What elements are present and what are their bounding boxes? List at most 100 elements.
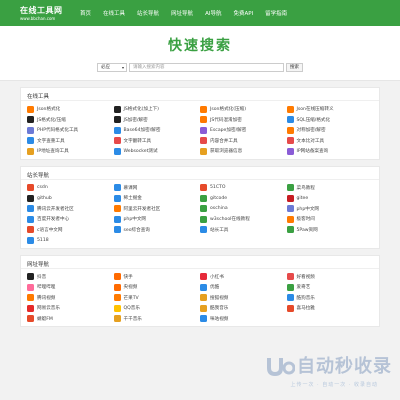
seo-icon [113, 226, 121, 234]
link-label: 慕课网 [123, 185, 138, 191]
link-item[interactable]: 5118 [27, 235, 114, 246]
link-item[interactable]: JS格式化/压缩 [27, 115, 114, 126]
link-item[interactable]: 获取浏览器信息 [200, 146, 287, 157]
link-item[interactable]: 百度开发者中心 [27, 214, 114, 225]
link-label: 文字翻转工具 [123, 138, 152, 144]
link-label: gitcode [210, 195, 228, 201]
link-item[interactable]: oschina [200, 204, 287, 215]
link-item[interactable]: 内容合并工具 [200, 136, 287, 147]
link-item[interactable]: JS加密/解密 [113, 115, 201, 126]
link-item[interactable]: Json在线压缩转义 [286, 104, 374, 115]
link-item[interactable]: 菜鸟教程 [286, 183, 374, 194]
nav-item[interactable]: 网址导航 [165, 9, 199, 17]
link-item[interactable]: Escape加密/解密 [200, 125, 287, 136]
search-hero: 快速搜索 必应 ▾ 请输入搜索内容 搜索 [0, 26, 400, 81]
link-label: Websocket测试 [123, 149, 158, 155]
link-label: w3school在线教程 [210, 217, 250, 223]
nav-item[interactable]: 站长导航 [131, 9, 165, 17]
link-item[interactable]: SQL压缩/格式化 [286, 115, 374, 126]
nav-item[interactable]: 首页 [74, 9, 97, 17]
kuwo-icon [200, 304, 207, 312]
w3-icon [200, 215, 207, 223]
section-panel: 在线工具 Json格式化 JS格式化(加上下) Json格式化(压缩) Json在线压缩… [20, 87, 380, 160]
nav-item[interactable]: 在线工具 [97, 9, 131, 17]
link-item[interactable]: QQ音乐 [113, 303, 201, 314]
link-item[interactable]: 5Paw资网 [286, 225, 374, 236]
link-item[interactable]: 文字翻转工具 [113, 136, 201, 147]
link-label: JS格式化(加上下) [123, 107, 159, 113]
link-item[interactable]: php中文网 [286, 204, 374, 215]
link-item[interactable]: IP地址查询工具 [27, 146, 114, 157]
link-item[interactable]: 央视频 [113, 282, 201, 293]
link-item[interactable]: github [27, 193, 114, 204]
link-item[interactable]: 网易云音乐 [27, 303, 114, 314]
link-item[interactable]: 快手 [113, 272, 201, 283]
logo-title: 在线工具网 [20, 5, 63, 15]
mango-icon [113, 294, 121, 302]
link-item[interactable]: 慕课网 [113, 183, 201, 194]
c-icon [27, 226, 34, 234]
link-item[interactable]: Json格式化 [27, 104, 114, 115]
link-item[interactable]: gitee [286, 193, 374, 204]
link-item[interactable]: w3school在线教程 [200, 214, 287, 225]
link-item[interactable]: 抖音 [27, 272, 114, 283]
socket-icon [113, 147, 121, 155]
nav-item[interactable]: AI导航 [199, 9, 227, 17]
text-icon [27, 137, 34, 145]
link-item[interactable]: php中文网 [113, 214, 201, 225]
link-item[interactable]: JS格式化(加上下) [113, 104, 201, 115]
link-item[interactable]: 蜻蜓FM [27, 314, 114, 325]
link-item[interactable]: seo综合查询 [113, 225, 201, 236]
link-item[interactable]: 爱奇艺 [286, 282, 374, 293]
5118-icon [27, 236, 34, 244]
link-item[interactable]: 腾讯云开发者社区 [27, 204, 114, 215]
link-label: Base64加密/解密 [123, 128, 161, 134]
link-item[interactable]: 哔哩哔哩 [27, 282, 114, 293]
search-input[interactable]: 请输入搜索内容 [129, 62, 284, 72]
link-item[interactable]: 酷我音乐 [200, 303, 287, 314]
section-title: 网址导航 [21, 256, 379, 269]
nav-item[interactable]: 免费API [227, 9, 259, 17]
link-item[interactable]: 文字查重工具 [27, 136, 114, 147]
link-item[interactable]: 对称加密/解密 [286, 125, 374, 136]
engine-select[interactable]: 必应 ▾ [97, 62, 127, 72]
link-item[interactable]: 搜狐视频 [200, 293, 287, 304]
json-icon [200, 105, 207, 113]
search-button[interactable]: 搜索 [286, 62, 303, 72]
link-item[interactable]: 腾讯视频 [27, 293, 114, 304]
link-item[interactable]: 芒果TV [113, 293, 201, 304]
link-item[interactable]: 咪咕视频 [200, 314, 287, 325]
link-item[interactable]: 51CTO [200, 183, 287, 194]
link-item[interactable]: IP网站备案查询 [286, 146, 374, 157]
link-item[interactable]: Base64加密/解密 [113, 125, 201, 136]
link-item[interactable]: Json格式化(压缩) [200, 104, 287, 115]
5paw-icon [286, 226, 294, 234]
link-item[interactable]: 千千音乐 [113, 314, 201, 325]
link-item[interactable]: gitcode [200, 193, 287, 204]
lock-icon [286, 126, 294, 134]
link-item[interactable]: 阿里云开发者社区 [113, 204, 201, 215]
link-label: 咪咕视频 [210, 316, 229, 322]
link-label: 5118 [37, 237, 49, 243]
qingting-icon [27, 315, 34, 323]
link-item[interactable]: 小红书 [200, 272, 287, 283]
link-item[interactable]: 喜马拉雅 [286, 303, 374, 314]
link-label: 好看视频 [296, 274, 315, 280]
link-item[interactable]: c语言中文网 [27, 225, 114, 236]
link-item[interactable]: 站长工具 [200, 225, 287, 236]
nav-item[interactable]: 留学指南 [259, 9, 293, 17]
link-item[interactable]: 优酷 [200, 282, 287, 293]
link-item[interactable]: 文本比对工具 [286, 136, 374, 147]
link-label: Json在线压缩转义 [296, 107, 334, 113]
link-item[interactable]: 好看视频 [286, 272, 374, 283]
site-logo[interactable]: 在线工具网 www.bbchan.com [20, 3, 68, 23]
link-item[interactable]: 酷狗音乐 [286, 293, 374, 304]
link-item[interactable]: Websocket测试 [113, 146, 201, 157]
baidu-icon [27, 215, 34, 223]
link-item[interactable]: csdn [27, 183, 114, 194]
merge-icon [200, 137, 207, 145]
link-item[interactable]: JS代码混淆加密 [200, 115, 287, 126]
link-item[interactable]: 极客时间 [286, 214, 374, 225]
link-item[interactable]: PHP代码格式化工具 [27, 125, 114, 136]
link-item[interactable]: 稀土掘金 [113, 193, 201, 204]
